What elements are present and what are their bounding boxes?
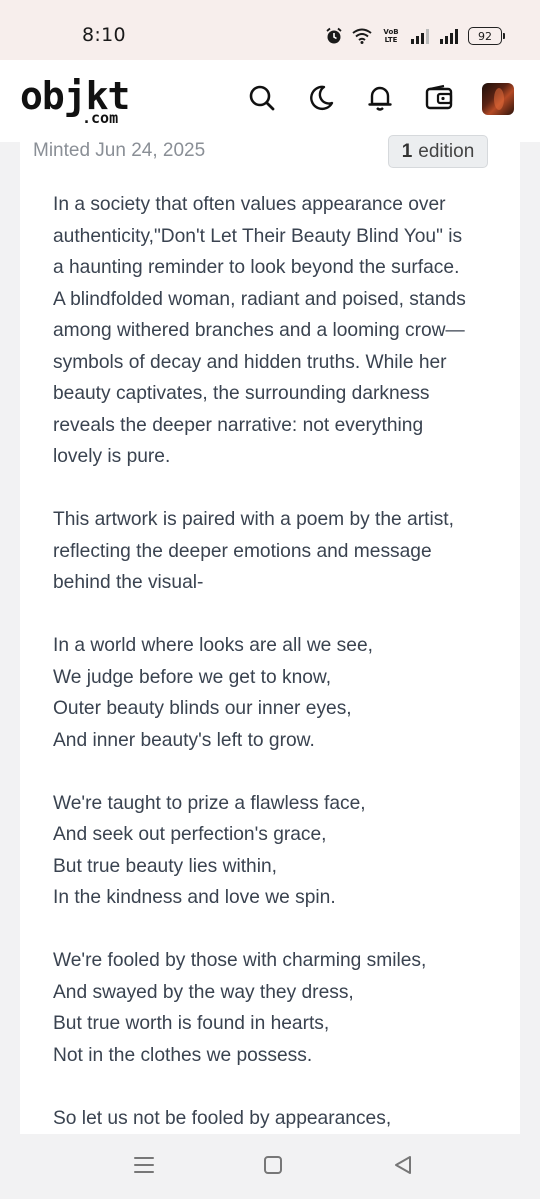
alarm-icon [325,27,343,45]
wifi-icon [352,28,372,44]
description-line: reflecting the deeper emotions and messa… [53,540,432,562]
signal-icon [410,28,430,44]
network-type-label: VoB LTE [381,28,401,44]
poem-stanza: We're fooled by those with charming smil… [53,945,503,1071]
back-triangle-icon [392,1154,414,1180]
poem-line: So let us not be fooled by appearances, [53,1107,392,1129]
home-button[interactable] [260,1154,286,1180]
description-line: a haunting reminder to look beyond the s… [53,257,460,278]
description-line: reveals the deeper narrative: not everyt… [53,414,424,436]
edition-badge: 1 edition [388,135,488,168]
search-icon [248,84,276,116]
poem-line: We judge before we get to know, [53,666,332,688]
poem-line: In the kindness and love we spin. [53,887,336,908]
status-icons: VoB LTE 92 [325,24,505,48]
edition-label: edition [418,140,475,162]
poem-stanza: We're taught to prize a flawless face, A… [53,788,503,914]
description-line: A blindfolded woman, radiant and poised,… [53,288,466,310]
description-line: beauty captivates, the surrounding darkn… [53,383,430,404]
menu-icon [133,1155,155,1179]
description-line: among withered branches and a looming cr… [53,320,465,341]
system-navigation-bar [0,1134,540,1199]
battery-level: 92 [478,29,492,43]
back-button[interactable] [390,1154,416,1180]
battery-icon: 92 [468,27,505,45]
wallet-button[interactable] [421,82,457,118]
poem-line: And swayed by the way they dress, [53,981,354,1003]
token-description: In a society that often values appearanc… [53,189,503,1166]
home-square-icon [262,1154,284,1180]
recent-apps-button[interactable] [131,1154,157,1180]
poem-stanza: So let us not be fooled by appearances, [53,1103,503,1135]
description-paragraph: This artwork is paired with a poem by th… [53,504,503,599]
poem-line: And seek out perfection's grace, [53,824,327,845]
poem-line: And inner beauty's left to grow. [53,729,315,751]
search-button[interactable] [244,82,280,118]
wallet-icon [424,84,454,116]
description-line: authenticity,"Don't Let Their Beauty Bli… [53,225,463,247]
objkt-logo[interactable]: objkt .com [20,74,140,130]
edition-count: 1 [401,140,413,162]
poem-stanza: In a world where looks are all we see, W… [53,630,503,756]
description-paragraph: In a society that often values appearanc… [53,189,503,473]
poem-line: But true beauty lies within, [53,855,277,877]
notifications-button[interactable] [362,82,398,118]
logo-sub-text: .com [82,109,119,127]
poem-line: Not in the clothes we possess. [53,1044,313,1066]
description-line: In a society that often values appearanc… [53,194,446,215]
description-line: behind the visual- [53,572,204,593]
network-label-top: VoB [383,28,399,36]
description-line: symbols of decay and hidden truths. Whil… [53,351,447,373]
bell-icon [366,84,394,116]
poem-line: We're fooled by those with charming smil… [53,950,427,971]
theme-toggle-button[interactable] [303,82,339,118]
top-navbar: objkt .com [0,60,540,142]
poem-line: Outer beauty blinds our inner eyes, [53,698,352,719]
description-line: This artwork is paired with a poem by th… [53,509,454,530]
avatar[interactable] [482,83,514,115]
minted-date: Minted Jun 24, 2025 [33,140,206,161]
poem-line: But true worth is found in hearts, [53,1013,330,1034]
poem-line: In a world where looks are all we see, [53,635,373,656]
status-bar: 8:10 VoB LTE 92 [0,0,540,60]
status-time: 8:10 [82,24,126,46]
poem-line: We're taught to prize a flawless face, [53,792,366,814]
signal-icon [439,28,459,44]
description-line: lovely is pure. [53,446,171,467]
network-label-bottom: LTE [384,36,398,44]
moon-icon [307,84,335,116]
